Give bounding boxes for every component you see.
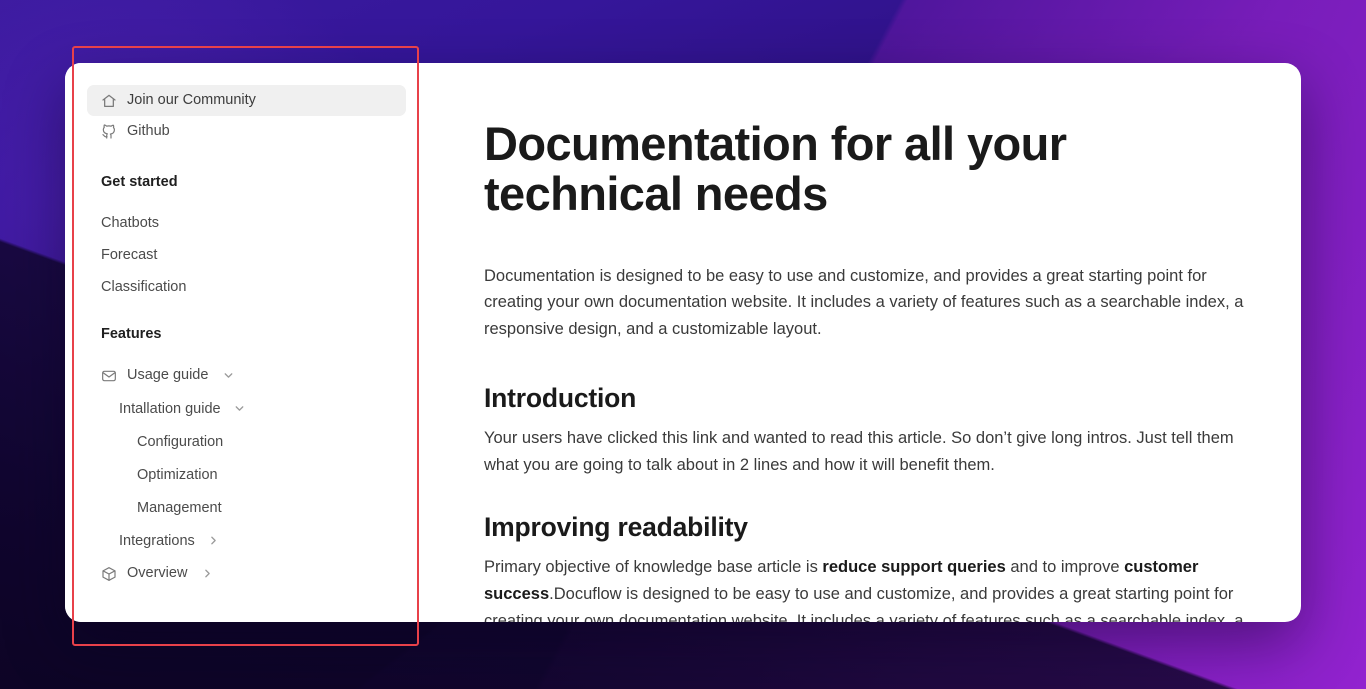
page-title: Documentation for all your technical nee… bbox=[484, 119, 1245, 219]
section-heading-improving-readability: Improving readability bbox=[484, 512, 1245, 543]
spacer bbox=[87, 347, 406, 359]
app-window-card: Join our Community Github Get started Ch… bbox=[65, 63, 1301, 622]
spacer bbox=[87, 303, 406, 321]
sidebar-item-label: Intallation guide bbox=[119, 401, 221, 417]
sidebar-top-links: Join our Community Github bbox=[87, 85, 406, 147]
sidebar-item-label: Integrations bbox=[119, 533, 195, 549]
sidebar-item-configuration[interactable]: Configuration bbox=[87, 425, 406, 458]
sidebar-item-label: Management bbox=[137, 500, 222, 516]
sidebar-section-title-get-started: Get started bbox=[87, 169, 406, 195]
sidebar-item-label: Join our Community bbox=[127, 93, 256, 108]
spacer bbox=[87, 155, 406, 169]
chevron-right-icon[interactable] bbox=[201, 567, 214, 580]
lead-paragraph: Documentation is designed to be easy to … bbox=[484, 263, 1245, 343]
chevron-down-icon[interactable] bbox=[233, 402, 246, 415]
sidebar-item-intallation-guide[interactable]: Intallation guide bbox=[87, 392, 406, 425]
cube-icon bbox=[101, 566, 117, 582]
spacer bbox=[87, 195, 406, 207]
sidebar-item-forecast[interactable]: Forecast bbox=[87, 239, 406, 271]
chevron-right-icon[interactable] bbox=[207, 534, 220, 547]
sidebar-item-usage-guide[interactable]: Usage guide bbox=[87, 359, 406, 392]
sidebar-item-label: Configuration bbox=[137, 434, 223, 450]
home-icon bbox=[101, 93, 117, 109]
sidebar-item-github[interactable]: Github bbox=[87, 116, 406, 147]
body-text-part3: .Docuflow is designed to be easy to use … bbox=[484, 585, 1243, 622]
section-body-introduction: Your users have clicked this link and wa… bbox=[484, 425, 1245, 478]
sidebar-item-chatbots[interactable]: Chatbots bbox=[87, 207, 406, 239]
sidebar-item-label: Optimization bbox=[137, 467, 218, 483]
section-heading-introduction: Introduction bbox=[484, 383, 1245, 414]
sidebar-item-management[interactable]: Management bbox=[87, 491, 406, 524]
sidebar-item-label: Forecast bbox=[101, 247, 157, 263]
section-body-improving-readability: Primary objective of knowledge base arti… bbox=[484, 554, 1245, 622]
sidebar-item-overview[interactable]: Overview bbox=[87, 557, 406, 590]
chevron-down-icon[interactable] bbox=[222, 369, 235, 382]
sidebar-item-label: Chatbots bbox=[101, 215, 159, 231]
github-icon bbox=[101, 124, 117, 140]
sidebar-item-join-our-community[interactable]: Join our Community bbox=[87, 85, 406, 116]
sidebar-item-optimization[interactable]: Optimization bbox=[87, 458, 406, 491]
body-text-part2: and to improve bbox=[1006, 558, 1124, 576]
sidebar-item-label: Overview bbox=[127, 566, 187, 581]
sidebar-item-label: Usage guide bbox=[127, 368, 208, 383]
mail-icon bbox=[101, 368, 117, 384]
body-text-part1: Primary objective of knowledge base arti… bbox=[484, 558, 822, 576]
main-content: Documentation for all your technical nee… bbox=[428, 63, 1301, 622]
sidebar-item-label: Github bbox=[127, 124, 170, 139]
sidebar-item-classification[interactable]: Classification bbox=[87, 271, 406, 303]
sidebar: Join our Community Github Get started Ch… bbox=[65, 63, 428, 622]
sidebar-section-title-features: Features bbox=[87, 321, 406, 347]
sidebar-item-integrations[interactable]: Integrations bbox=[87, 524, 406, 557]
sidebar-item-label: Classification bbox=[101, 279, 186, 295]
body-text-bold1: reduce support queries bbox=[822, 558, 1005, 576]
